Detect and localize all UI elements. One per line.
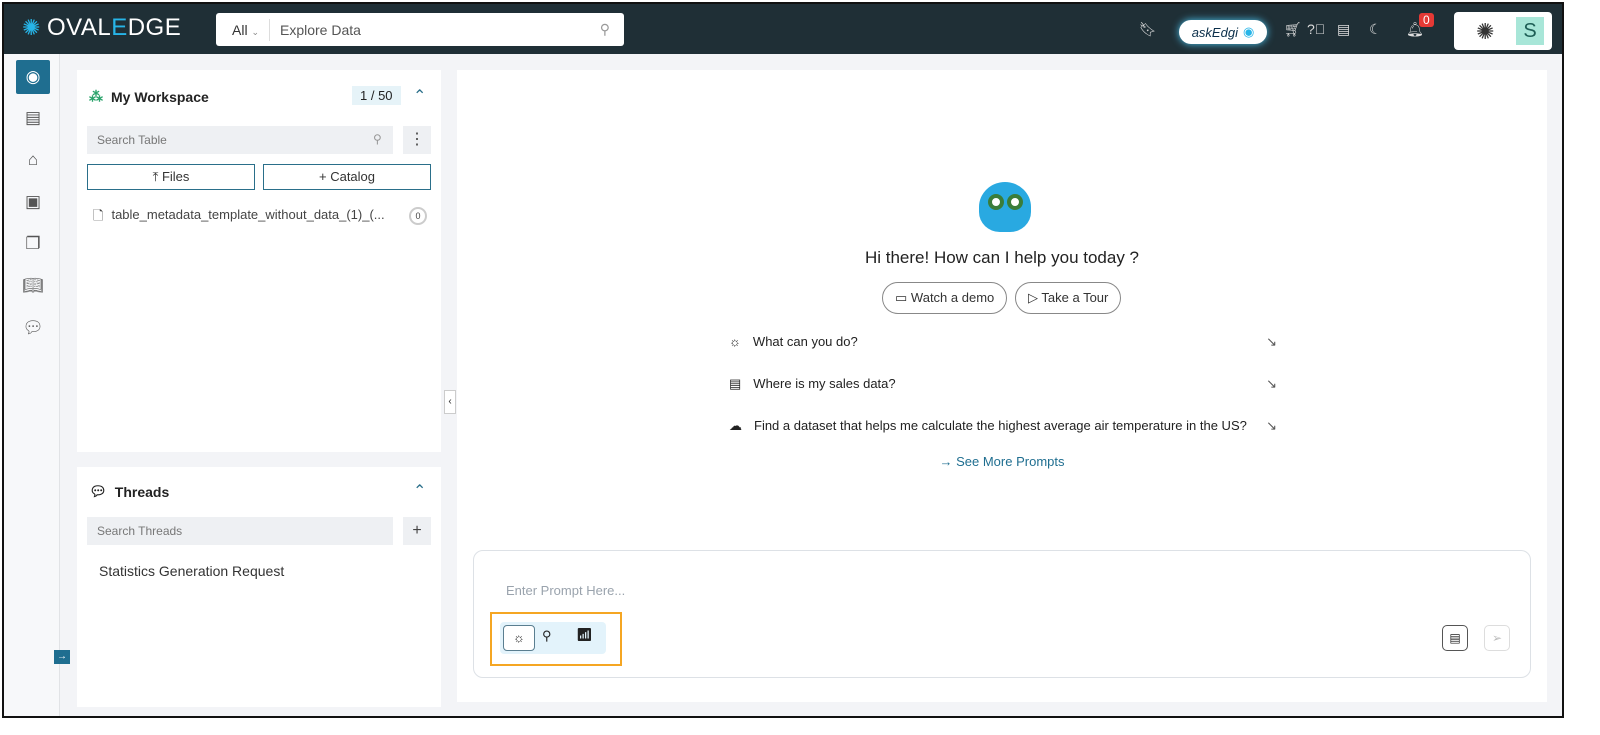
arrow-icon: ↘	[1266, 376, 1277, 391]
threads-panel: 💬︎ Threads ⌃ Search Threads + Statistics …	[77, 467, 441, 707]
avatar[interactable]: S	[1516, 17, 1544, 45]
prompt-input[interactable]: Enter Prompt Here...	[506, 583, 625, 598]
thread-item[interactable]: Statistics Generation Request	[99, 563, 284, 579]
documents-nav-icon[interactable]: ❐	[16, 227, 50, 261]
global-search[interactable]: All ⌄ Explore Data ⚲	[216, 13, 624, 46]
app-window: ✺ OVALEDGE All ⌄ Explore Data ⚲ 🔖︎ askEdg…	[2, 2, 1564, 718]
arrow-icon: ↘	[1266, 418, 1277, 433]
cloud-icon: ☁	[729, 418, 742, 433]
see-more-prompts-link[interactable]: → See More Prompts	[457, 454, 1547, 469]
search-table-input[interactable]: Search Table	[87, 126, 393, 154]
threads-icon: 💬︎	[89, 483, 107, 499]
file-icon: 🗋	[93, 208, 104, 223]
collapse-panel-handle[interactable]: ‹	[444, 390, 456, 414]
collapse-workspace-icon[interactable]: ⌃	[413, 86, 426, 106]
mode-selector-highlight: ☼ ⚲ 📶︎	[490, 612, 622, 666]
watch-demo-button[interactable]: ▭ Watch a demo	[882, 282, 1008, 314]
org-logo-icon: ✺	[1476, 19, 1495, 44]
search-input[interactable]: Explore Data	[270, 22, 600, 38]
search-mode-icon[interactable]: ⚲	[542, 628, 552, 644]
bookmark-icon[interactable]: 🔖︎	[1139, 21, 1157, 38]
notification-badge: 0	[1419, 13, 1434, 27]
insight-mode-icon[interactable]: ☼	[503, 625, 535, 651]
collapse-threads-icon[interactable]: ⌃	[413, 481, 426, 501]
askedgi-button[interactable]: askEdgi ◉	[1179, 20, 1267, 44]
threads-title: Threads	[114, 483, 170, 500]
workspace-panel: ⁂ My Workspace 1 / 50 ⌃ Search Table ⚲ ⋮ …	[77, 70, 441, 452]
workspace-file-item[interactable]: 🗋 table_metadata_template_without_data_(1…	[93, 207, 427, 229]
search-icon: ⚲	[373, 132, 382, 146]
greeting: Hi there! How can I help you today ?	[864, 248, 1140, 267]
expand-nav-button[interactable]: →	[54, 650, 70, 664]
catalog-context-button[interactable]: ▤	[1442, 625, 1468, 651]
chart-mode-icon[interactable]: 📶︎	[576, 627, 593, 643]
suggested-prompt[interactable]: ▤ Where is my sales data? ↘	[729, 376, 1277, 392]
add-catalog-button[interactable]: + Catalog	[263, 164, 431, 190]
suggested-prompt[interactable]: ☁ Find a dataset that helps me calculate …	[729, 418, 1277, 434]
chat-nav-icon[interactable]: 💬︎	[16, 311, 50, 345]
cart-icon[interactable]: 🛒︎	[1284, 21, 1302, 38]
new-thread-button[interactable]: +	[403, 517, 431, 545]
workspace-count: 1 / 50	[352, 86, 401, 105]
dashboard-nav-icon[interactable]: ▣	[16, 185, 50, 219]
search-threads-input[interactable]: Search Threads	[87, 517, 393, 545]
play-icon: ▷	[1028, 290, 1038, 305]
news-icon[interactable]: ▤	[1337, 21, 1350, 38]
upload-files-button[interactable]: ⤒ Files	[87, 164, 255, 190]
file-badge: 0	[409, 207, 427, 225]
workspace-more-button[interactable]: ⋮	[403, 126, 431, 154]
user-menu[interactable]: ✺ S	[1454, 12, 1552, 50]
document-icon: ▤	[729, 376, 742, 391]
glossary-nav-icon[interactable]: 📖︎	[16, 269, 50, 303]
workspace-title: My Workspace	[111, 88, 209, 105]
bot-icon: ◉	[1242, 24, 1255, 39]
bulb-icon: ☼	[729, 334, 741, 349]
logo-icon: ✺	[22, 15, 41, 40]
catalog-nav-icon[interactable]: ▤	[16, 101, 50, 135]
take-tour-button[interactable]: ▷ Take a Tour	[1015, 282, 1122, 314]
edgi-bot-icon	[979, 182, 1031, 232]
search-icon[interactable]: ⚲	[600, 21, 610, 38]
chat-main: Hi there! How can I help you today ? ▭ W…	[457, 70, 1547, 702]
suggested-prompt[interactable]: ☼ What can you do? ↘	[729, 334, 1277, 349]
top-bar: ✺ OVALEDGE All ⌄ Explore Data ⚲ 🔖︎ askEdg…	[4, 4, 1562, 54]
prompt-box: Enter Prompt Here... ☼ ⚲ 📶︎ ▤ ➢	[473, 550, 1531, 678]
askedgi-nav-icon[interactable]: ◉	[16, 60, 50, 94]
arrow-icon: ↘	[1266, 334, 1277, 349]
workspace-icon: ⁂	[89, 88, 103, 104]
send-button[interactable]: ➢	[1484, 625, 1510, 651]
help-icon[interactable]: ?⃝	[1307, 21, 1325, 37]
search-scope-dropdown[interactable]: All ⌄	[216, 18, 270, 41]
video-icon: ▭	[895, 290, 908, 305]
logo: ✺ OVALEDGE	[22, 14, 182, 41]
left-nav-rail: ◉ ▤ ⌂ ▣ ❐ 📖︎ 💬︎ →	[4, 54, 70, 716]
tag-nav-icon[interactable]: ⌂	[16, 143, 50, 177]
dark-mode-icon[interactable]: ☾	[1369, 21, 1382, 38]
